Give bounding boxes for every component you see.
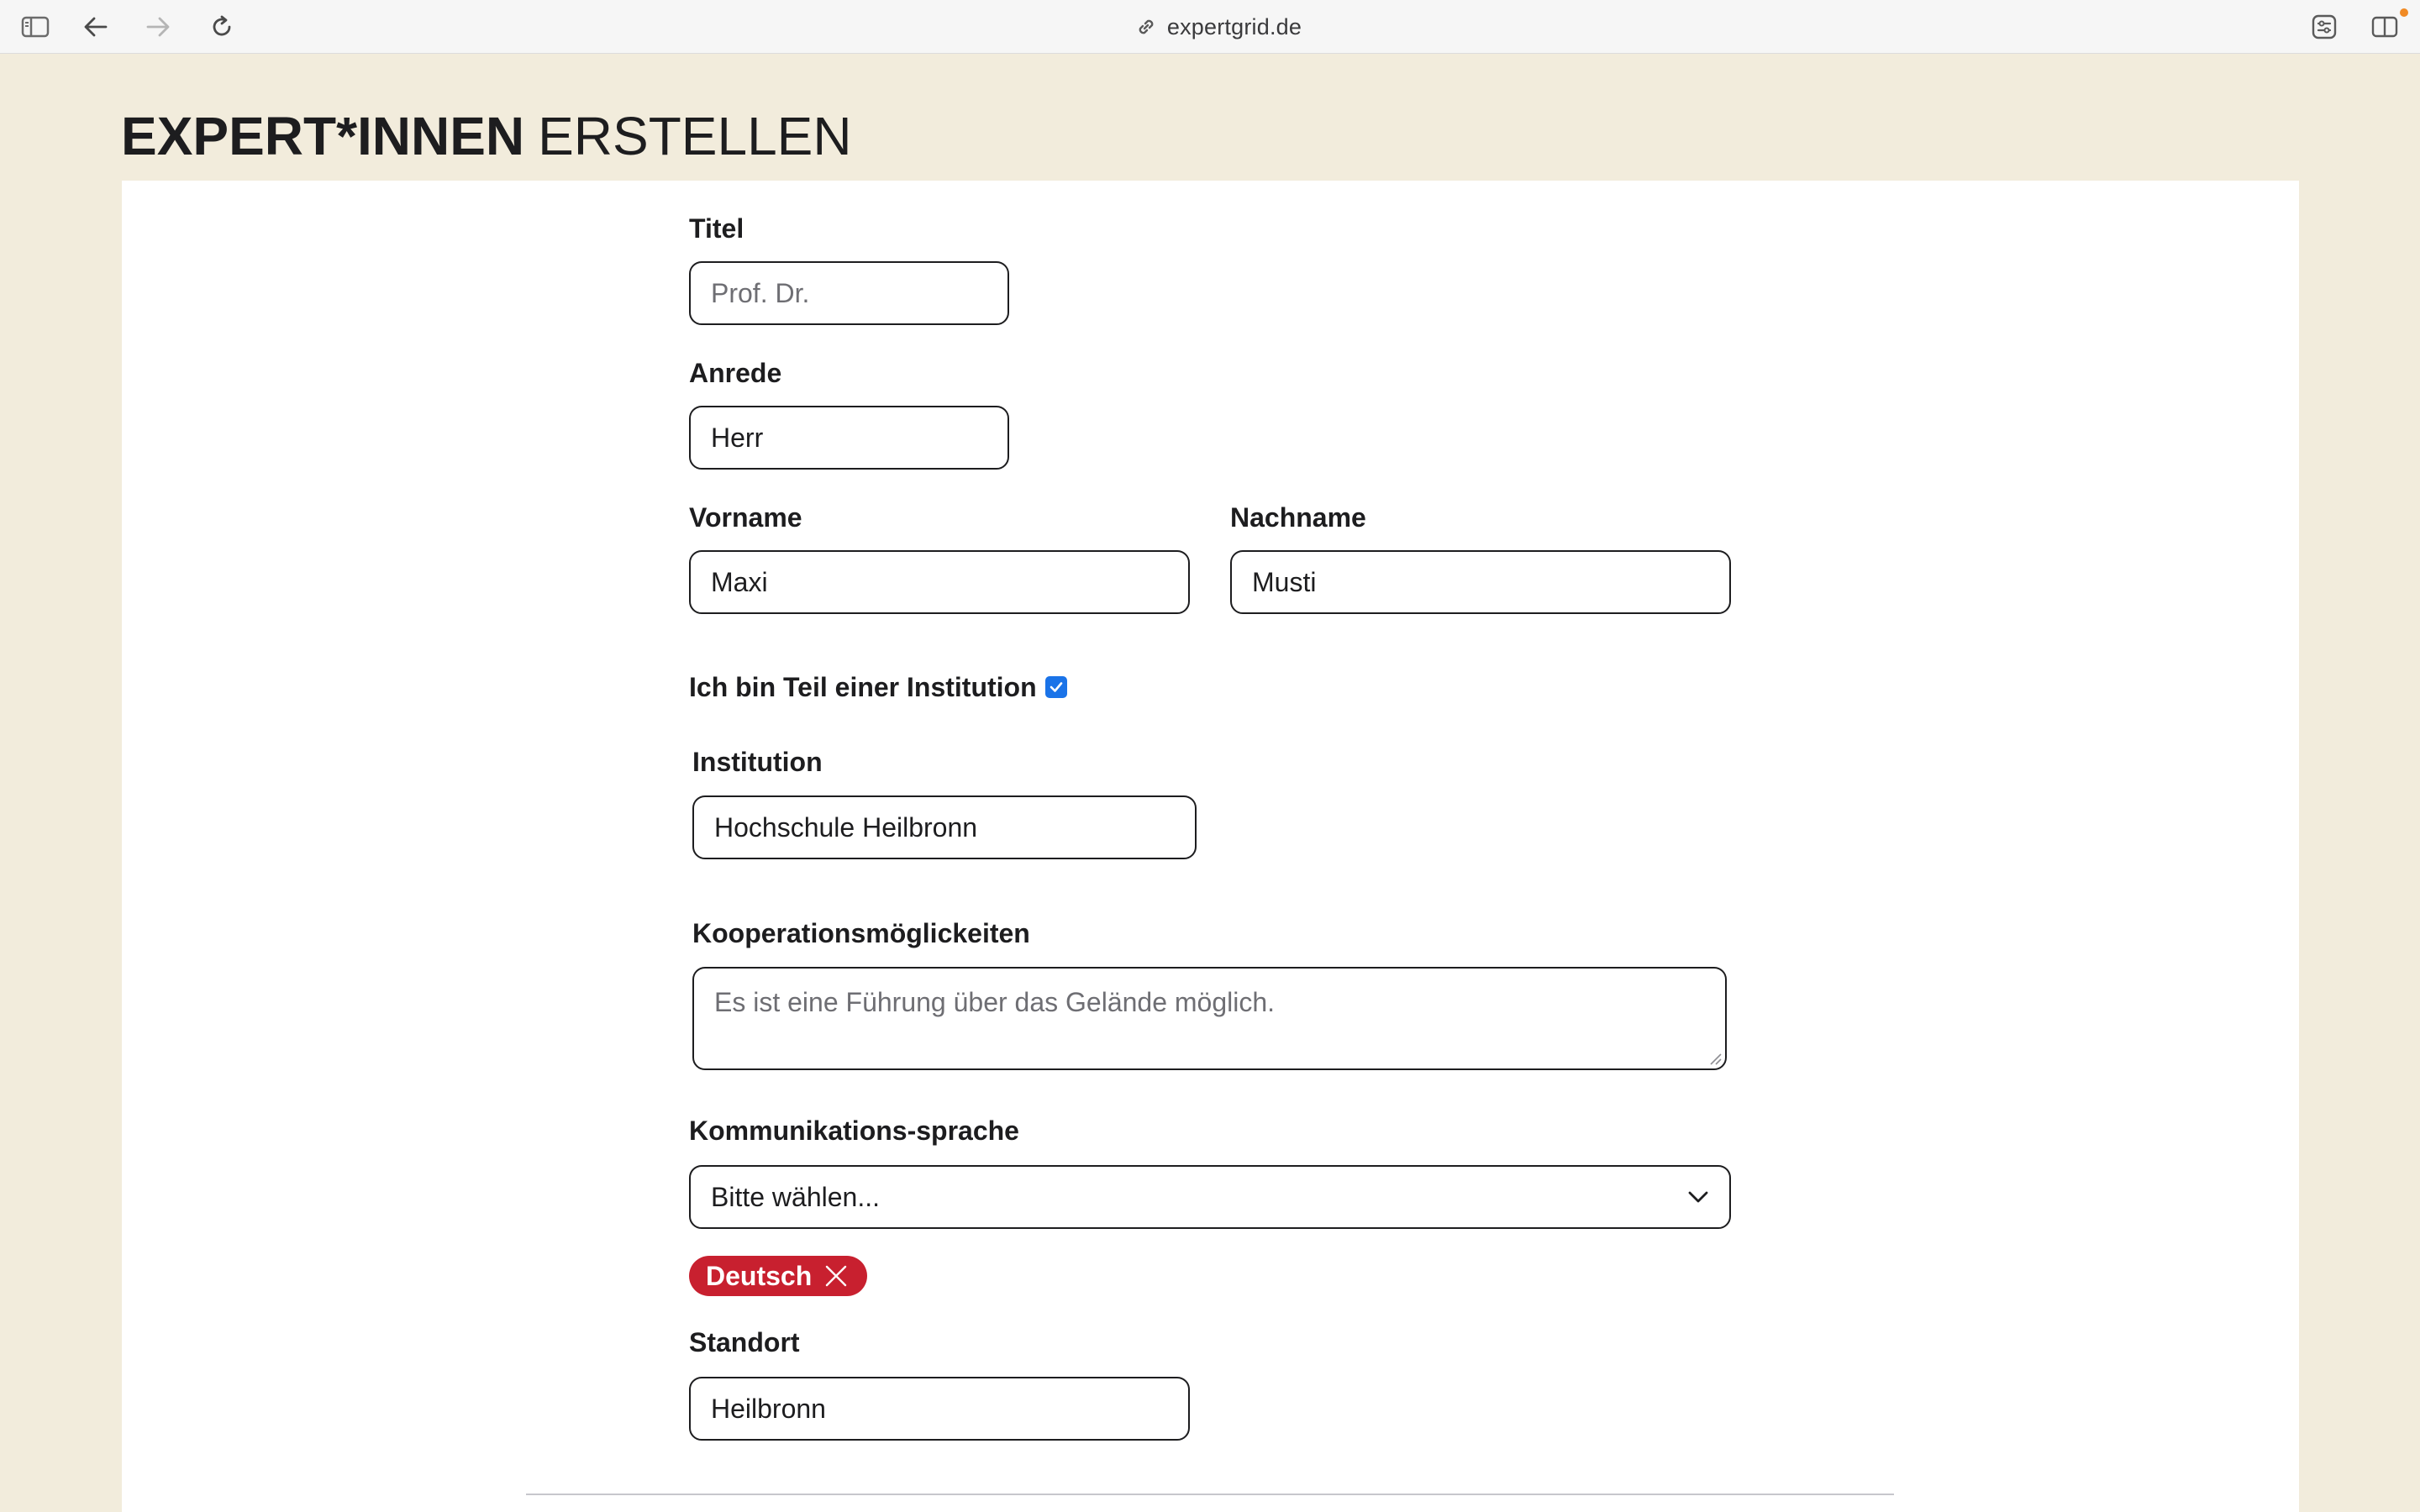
vorname-label: Vorname	[689, 502, 802, 533]
institution-checkbox-row: Ich bin Teil einer Institution	[689, 670, 1067, 704]
sprache-selected-value: Bitte wählen...	[711, 1181, 880, 1212]
forward-arrow-icon	[146, 17, 170, 37]
back-button[interactable]	[79, 10, 113, 44]
reload-icon	[213, 15, 231, 36]
kooperation-textarea[interactable]: Es ist eine Führung über das Gelände mög…	[692, 967, 1727, 1070]
titel-input[interactable]: Prof. Dr.	[689, 261, 1009, 325]
kooperation-placeholder: Es ist eine Führung über das Gelände mög…	[714, 987, 1276, 1017]
sprache-label: Kommunikations-sprache	[689, 1116, 1019, 1146]
page-title-strong: EXPERT*INNEN	[121, 106, 525, 166]
institution-checkbox[interactable]	[1044, 676, 1067, 698]
form-card	[122, 181, 2299, 1512]
sprache-tag-label: Deutsch	[706, 1260, 813, 1291]
back-arrow-icon	[84, 17, 108, 37]
nachname-input[interactable]: Musti	[1230, 550, 1731, 614]
extensions-icon	[2312, 14, 2337, 39]
close-icon[interactable]	[823, 1263, 849, 1289]
reload-button[interactable]	[205, 10, 239, 44]
anrede-input[interactable]: Herr	[689, 406, 1009, 470]
institution-checkbox-label: Ich bin Teil einer Institution	[689, 672, 1037, 702]
forward-button[interactable]	[141, 10, 175, 44]
url-text: expertgrid.de	[1166, 13, 1302, 39]
browser-toolbar: expertgrid.de	[0, 0, 2420, 54]
sprache-tag-deutsch: Deutsch	[689, 1256, 868, 1296]
standort-label: Standort	[689, 1327, 800, 1357]
sidebar-icon	[21, 16, 50, 38]
vorname-input[interactable]: Maxi	[689, 550, 1190, 614]
link-icon	[1139, 19, 1154, 34]
institution-label: Institution	[692, 747, 823, 777]
resize-grip-icon[interactable]	[1708, 1052, 1722, 1065]
titel-placeholder: Prof. Dr.	[711, 277, 810, 308]
page-title: EXPERT*INNEN ERSTELLEN	[121, 104, 852, 168]
address-bar[interactable]: expertgrid.de	[1092, 12, 1344, 42]
nachname-value: Musti	[1252, 566, 1317, 597]
institution-input[interactable]: Hochschule Heilbronn	[692, 795, 1197, 859]
standort-value: Heilbronn	[711, 1393, 826, 1424]
anrede-value: Herr	[711, 422, 764, 453]
form-divider	[526, 1494, 1894, 1495]
extensions-button[interactable]	[2307, 10, 2341, 44]
sprache-select[interactable]: Bitte wählen...	[689, 1165, 1731, 1229]
kooperation-label: Kooperationsmöglickeiten	[692, 918, 1030, 948]
titel-label: Titel	[689, 213, 744, 244]
standort-input[interactable]: Heilbronn	[689, 1377, 1190, 1441]
anrede-label: Anrede	[689, 358, 782, 388]
split-view-icon	[2371, 16, 2398, 38]
institution-value: Hochschule Heilbronn	[714, 811, 978, 843]
split-view-button[interactable]	[2368, 10, 2402, 44]
nachname-label: Nachname	[1230, 502, 1366, 533]
chevron-down-icon	[1688, 1191, 1708, 1203]
checkmark-icon	[1050, 682, 1062, 692]
vorname-value: Maxi	[711, 566, 768, 597]
page-title-light: ERSTELLEN	[538, 106, 852, 166]
notification-dot	[2400, 8, 2408, 17]
sidebar-toggle-button[interactable]	[18, 10, 52, 44]
